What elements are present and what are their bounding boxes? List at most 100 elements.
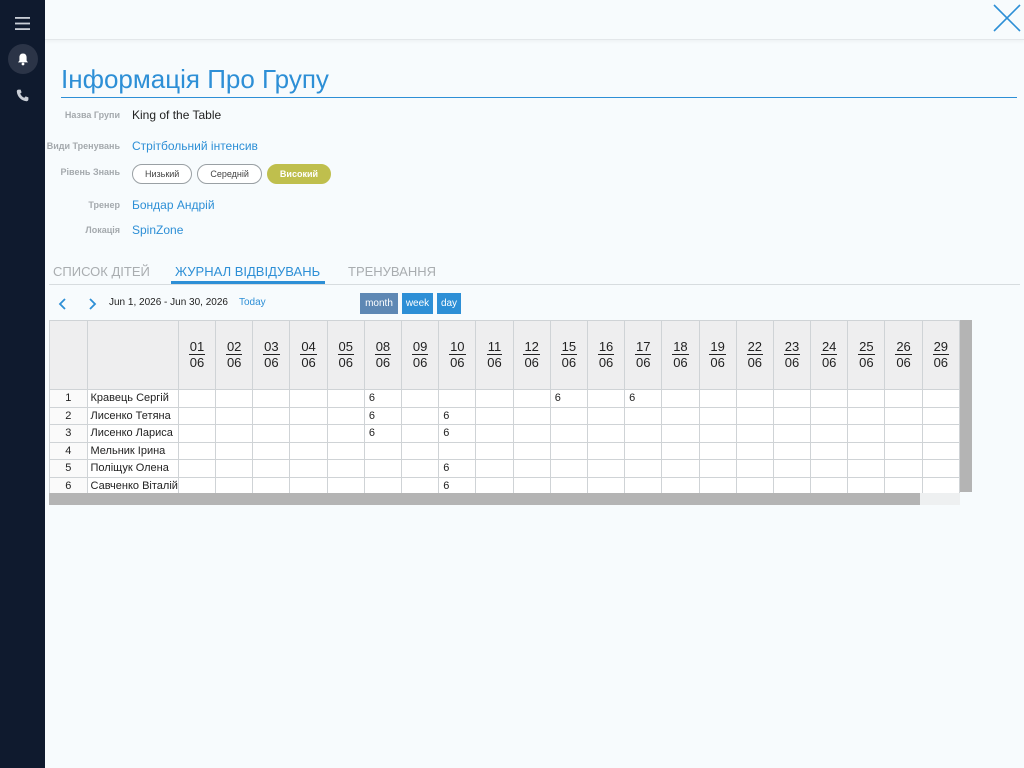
attendance-cell[interactable] xyxy=(177,459,217,478)
attendance-cell[interactable] xyxy=(698,389,737,408)
attendance-cell[interactable] xyxy=(661,406,700,425)
attendance-cell[interactable] xyxy=(252,389,291,408)
attendance-cell[interactable] xyxy=(215,424,254,443)
today-button[interactable]: Today xyxy=(239,297,266,308)
attendance-cell[interactable] xyxy=(810,441,849,460)
day-view-button[interactable]: day xyxy=(437,293,461,314)
attendance-cell[interactable] xyxy=(810,459,849,478)
attendance-cell[interactable]: 6 xyxy=(363,406,403,425)
week-view-button[interactable]: week xyxy=(402,293,433,314)
attendance-cell[interactable] xyxy=(326,441,365,460)
attendance-cell[interactable] xyxy=(549,459,588,478)
attendance-cell[interactable]: 6 xyxy=(438,459,477,478)
attendance-cell[interactable]: 6 xyxy=(363,424,403,443)
attendance-cell[interactable] xyxy=(735,441,774,460)
attendance-cell[interactable] xyxy=(215,476,254,493)
attendance-cell[interactable] xyxy=(921,441,960,460)
attendance-cell[interactable] xyxy=(252,476,291,493)
attendance-cell[interactable] xyxy=(401,476,440,493)
attendance-cell[interactable] xyxy=(735,406,774,425)
child-name[interactable]: Кравець Сергій xyxy=(86,389,179,408)
attendance-cell[interactable] xyxy=(884,476,923,493)
attendance-cell[interactable]: 6 xyxy=(363,389,403,408)
attendance-cell[interactable] xyxy=(810,389,849,408)
level-medium-button[interactable]: Середній xyxy=(197,164,262,184)
attendance-cell[interactable] xyxy=(847,476,886,493)
attendance-cell[interactable]: 6 xyxy=(438,476,477,493)
attendance-cell[interactable] xyxy=(698,441,737,460)
attendance-cell[interactable] xyxy=(401,441,440,460)
attendance-cell[interactable] xyxy=(772,441,812,460)
attendance-cell[interactable] xyxy=(921,476,960,493)
attendance-cell[interactable] xyxy=(215,441,254,460)
attendance-cell[interactable] xyxy=(586,406,626,425)
attendance-cell[interactable] xyxy=(289,424,328,443)
attendance-cell[interactable] xyxy=(363,476,403,493)
attendance-cell[interactable]: 6 xyxy=(438,406,477,425)
attendance-cell[interactable] xyxy=(512,441,551,460)
attendance-cell[interactable] xyxy=(847,424,886,443)
menu-button[interactable] xyxy=(0,6,45,40)
attendance-cell[interactable] xyxy=(252,459,291,478)
attendance-cell[interactable] xyxy=(549,424,588,443)
attendance-cell[interactable] xyxy=(363,459,403,478)
attendance-cell[interactable] xyxy=(438,389,477,408)
attendance-cell[interactable] xyxy=(326,476,365,493)
location-link[interactable]: SpinZone xyxy=(132,223,183,237)
attendance-cell[interactable] xyxy=(698,476,737,493)
attendance-cell[interactable] xyxy=(698,459,737,478)
attendance-cell[interactable] xyxy=(512,389,551,408)
child-name[interactable]: Лисенко Лариса xyxy=(86,424,179,443)
attendance-cell[interactable] xyxy=(549,476,588,493)
attendance-cell[interactable] xyxy=(921,424,960,443)
attendance-cell[interactable] xyxy=(772,476,812,493)
attendance-cell[interactable] xyxy=(215,459,254,478)
attendance-cell[interactable] xyxy=(847,459,886,478)
attendance-cell[interactable] xyxy=(401,424,440,443)
attendance-cell[interactable] xyxy=(252,424,291,443)
attendance-cell[interactable] xyxy=(624,424,663,443)
attendance-cell[interactable] xyxy=(921,389,960,408)
attendance-cell[interactable] xyxy=(475,459,514,478)
attendance-cell[interactable] xyxy=(438,441,477,460)
attendance-cell[interactable] xyxy=(289,441,328,460)
attendance-cell[interactable] xyxy=(661,476,700,493)
attendance-cell[interactable] xyxy=(177,389,217,408)
attendance-cell[interactable]: 6 xyxy=(438,424,477,443)
attendance-cell[interactable] xyxy=(884,459,923,478)
attendance-cell[interactable] xyxy=(326,424,365,443)
attendance-cell[interactable] xyxy=(847,389,886,408)
next-month-button[interactable] xyxy=(83,295,101,313)
attendance-cell[interactable] xyxy=(401,459,440,478)
attendance-cell[interactable] xyxy=(661,459,700,478)
attendance-cell[interactable] xyxy=(735,424,774,443)
attendance-cell[interactable] xyxy=(921,406,960,425)
attendance-cell[interactable] xyxy=(772,424,812,443)
attendance-cell[interactable] xyxy=(735,459,774,478)
attendance-cell[interactable] xyxy=(512,406,551,425)
attendance-cell[interactable] xyxy=(475,424,514,443)
attendance-cell[interactable] xyxy=(810,476,849,493)
attendance-cell[interactable] xyxy=(772,389,812,408)
level-low-button[interactable]: Низький xyxy=(132,164,193,184)
level-high-button[interactable]: Високий xyxy=(266,164,332,184)
attendance-cell[interactable] xyxy=(772,459,812,478)
phone-button[interactable] xyxy=(0,78,45,112)
attendance-cell[interactable] xyxy=(475,389,514,408)
attendance-cell[interactable] xyxy=(215,389,254,408)
child-name[interactable]: Поліщук Олена xyxy=(86,459,179,478)
attendance-cell[interactable] xyxy=(289,476,328,493)
attendance-cell[interactable] xyxy=(586,441,626,460)
attendance-cell[interactable] xyxy=(401,406,440,425)
attendance-cell[interactable]: 6 xyxy=(624,389,663,408)
attendance-cell[interactable] xyxy=(884,441,923,460)
child-name[interactable]: Лисенко Тетяна xyxy=(86,406,179,425)
attendance-cell[interactable] xyxy=(624,441,663,460)
attendance-cell[interactable] xyxy=(512,459,551,478)
tab-trainings[interactable]: ТРЕНУВАННЯ xyxy=(348,264,436,279)
attendance-cell[interactable] xyxy=(177,441,217,460)
attendance-cell[interactable] xyxy=(252,441,291,460)
attendance-cell[interactable] xyxy=(884,406,923,425)
notifications-button[interactable] xyxy=(0,42,45,76)
attendance-cell[interactable] xyxy=(624,476,663,493)
